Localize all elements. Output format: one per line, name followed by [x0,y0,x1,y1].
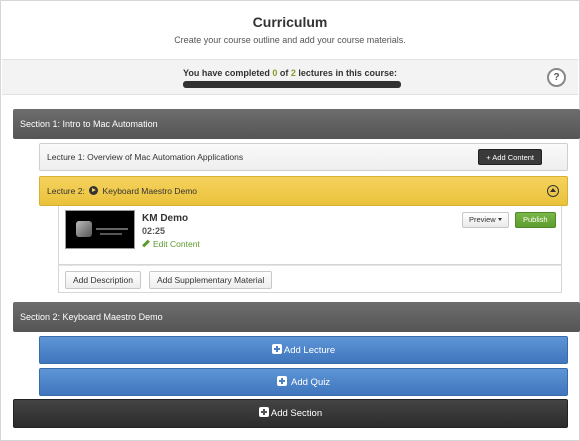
add-description-button[interactable]: Add Description [65,271,142,289]
progress-text: You have completed 0 of 2 lectures in th… [2,68,578,78]
keyboard-maestro-logo-icon [76,221,92,237]
lecture-actions: Add Description Add Supplementary Materi… [58,265,562,293]
thumbnail-text-line [100,233,122,235]
edit-content-label: Edit Content [153,239,200,249]
caret-down-icon [497,218,502,221]
lecture-content-panel: KM Demo 02:25 Edit Content Preview Publi… [58,206,562,265]
add-section-button[interactable]: Add Section [13,399,568,428]
section-header-1[interactable]: Section 1: Intro to Mac Automation [13,109,580,139]
add-section-label: Add Section [270,408,323,419]
plus-square-icon [276,376,287,386]
plus-square-icon [271,344,282,354]
play-circle-icon [89,186,99,195]
progress-prefix: You have completed [183,68,273,78]
add-quiz-label: Add Quiz [291,377,331,388]
preview-dropdown-button[interactable]: Preview [462,212,509,228]
progress-summary: You have completed 0 of 2 lectures in th… [2,59,578,95]
add-lecture-label: Add Lecture [283,345,336,356]
lecture-2-title: Keyboard Maestro Demo [102,186,198,196]
lecture-row-2[interactable]: Lecture 2: Keyboard Maestro Demo [39,176,568,206]
section-header-2[interactable]: Section 2: Keyboard Maestro Demo [13,302,580,332]
progress-bar [183,81,401,88]
add-supplementary-material-button[interactable]: Add Supplementary Material [149,271,273,289]
lecture-row-1[interactable]: Lecture 1: Overview of Mac Automation Ap… [39,143,568,171]
page-title: Curriculum [252,14,328,30]
media-duration: 02:25 [142,226,166,236]
curriculum-panel: Curriculum Create your course outline an… [0,0,580,441]
lecture-2-prefix: Lecture 2: [47,186,88,196]
plus-square-icon [258,407,269,417]
question-mark-icon[interactable]: ? [547,68,566,87]
add-content-button[interactable]: + Add Content [478,149,542,165]
preview-label: Preview [469,215,496,224]
media-title: KM Demo [142,213,189,224]
thumbnail-text-line [96,228,128,230]
page-subtitle: Create your course outline and add your … [174,35,406,45]
curriculum-header: Curriculum Create your course outline an… [1,1,579,59]
progress-middle: of [277,68,291,78]
add-lecture-button[interactable]: Add Lecture [39,336,568,364]
video-thumbnail[interactable] [65,210,135,249]
lecture-1-label: Lecture 1: Overview of Mac Automation Ap… [47,152,244,162]
add-quiz-button[interactable]: Add Quiz [39,368,568,396]
chevron-up-circle-icon[interactable] [547,185,559,197]
edit-content-link[interactable]: Edit Content [142,239,200,249]
progress-suffix: lectures in this course: [295,68,397,78]
pencil-icon [142,239,150,248]
publish-button[interactable]: Publish [515,212,556,228]
